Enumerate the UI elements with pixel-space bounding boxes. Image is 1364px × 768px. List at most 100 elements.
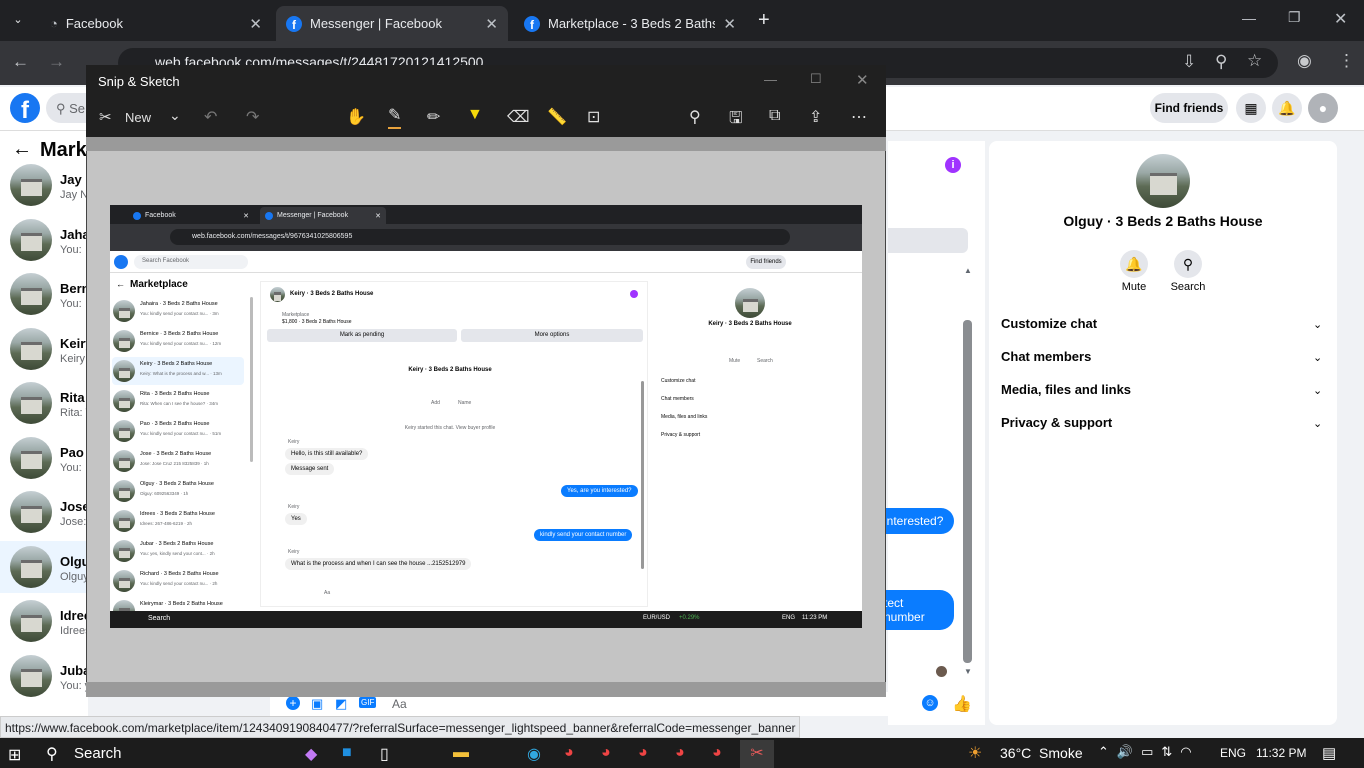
chevron-down-icon[interactable]: ⌄ <box>1313 351 1322 364</box>
thumbs-up-icon[interactable]: 👍 <box>952 694 972 714</box>
more-options-icon[interactable]: ⋯ <box>851 107 867 127</box>
conversation-row[interactable]: KeiryKeiry: <box>0 323 88 375</box>
ballpoint-pen-icon[interactable]: ✎ <box>388 105 402 129</box>
new-snip-button[interactable]: New <box>125 110 151 125</box>
new-tab-button[interactable]: + <box>758 9 770 32</box>
close-tab-icon[interactable]: ✕ <box>249 15 262 33</box>
outlook-icon[interactable]: ■ <box>342 744 352 762</box>
chat-scrollbar[interactable] <box>963 320 972 663</box>
chevron-down-icon[interactable]: ⌄ <box>1313 318 1322 331</box>
snip-maximize-button[interactable]: ☐ <box>810 71 822 87</box>
conversation-row[interactable]: Idree Idrees <box>0 595 88 647</box>
sticker-icon[interactable]: ◩ <box>335 696 347 712</box>
chrome-icon[interactable]: ◕ <box>638 744 648 762</box>
chrome-icon[interactable]: ◕ <box>675 744 685 762</box>
media-files-links-section[interactable]: Media, files and links <box>1001 382 1131 397</box>
tab-facebook[interactable]: ◔ Facebook ✕ <box>40 6 272 41</box>
conversation-row[interactable]: JahaiYou: <box>0 214 88 266</box>
install-app-icon[interactable]: ⇩ <box>1182 52 1196 72</box>
close-window-button[interactable]: ✕ <box>1334 9 1347 29</box>
start-button[interactable]: ⊞ <box>8 745 21 765</box>
snip-sketch-taskbar-icon[interactable]: ✂ <box>740 740 774 768</box>
conversation-row[interactable]: Pao -You: <box>0 432 88 484</box>
conversation-row[interactable]: Rita - Rita: W <box>0 377 88 429</box>
close-tab-icon[interactable]: ✕ <box>723 15 736 33</box>
zoom-icon[interactable]: ⚲ <box>689 107 701 127</box>
share-icon[interactable]: ⇪ <box>809 107 822 127</box>
new-snip-icon[interactable]: ✂ <box>99 108 112 126</box>
inner-search-input: Search Facebook <box>134 255 248 269</box>
zoom-icon[interactable]: ⚲ <box>1215 52 1227 72</box>
redo-icon[interactable]: ↷ <box>246 107 259 127</box>
conversation-row[interactable]: Berni You: <box>0 268 88 320</box>
customize-chat-section[interactable]: Customize chat <box>1001 316 1097 331</box>
tab-marketplace[interactable]: f Marketplace - 3 Beds 2 Baths H ✕ <box>514 6 746 41</box>
chevron-down-icon[interactable]: ⌄ <box>1313 417 1322 430</box>
conversation-row[interactable]: Jose Jose: J <box>0 486 88 538</box>
gif-icon[interactable]: GIF <box>359 697 377 708</box>
chat-info-icon[interactable]: i <box>945 157 961 173</box>
find-friends-button[interactable]: Find friends <box>1150 93 1228 123</box>
snip-close-button[interactable]: ✕ <box>856 71 869 89</box>
search-in-conversation-icon[interactable]: ⚲ <box>1174 250 1202 278</box>
save-icon[interactable]: 🖫 <box>729 107 743 134</box>
more-actions-icon[interactable]: + <box>286 696 300 710</box>
conversation-row[interactable]: JubarYou: y <box>0 650 88 702</box>
eraser-icon[interactable]: ⌫ <box>507 107 530 127</box>
new-snip-dropdown-icon[interactable]: ⌄ <box>169 107 181 124</box>
file-explorer-icon[interactable]: ▬ <box>453 744 469 762</box>
menu-icon[interactable]: ⋮ <box>1338 51 1355 71</box>
highlighter-icon[interactable]: ▼ <box>467 106 483 124</box>
chat-members-section[interactable]: Chat members <box>1001 349 1091 364</box>
file-icon[interactable]: ▯ <box>380 744 389 764</box>
copilot-icon[interactable]: ◆ <box>305 744 317 764</box>
ruler-icon[interactable]: 📏 <box>547 107 567 127</box>
tab-messenger[interactable]: f Messenger | Facebook ✕ <box>276 6 508 41</box>
clock[interactable]: 11:32 PM <box>1256 746 1306 760</box>
close-tab-icon[interactable]: ✕ <box>485 15 498 33</box>
notifications-icon[interactable]: ▤ <box>1322 744 1336 762</box>
message-input[interactable]: Aa <box>392 697 407 711</box>
inner-conversation-row: Jubar · 3 Beds 2 Baths House You: yes, ki… <box>112 537 244 565</box>
emoji-icon[interactable]: ☺ <box>922 695 938 711</box>
bookmark-star-icon[interactable]: ☆ <box>1247 51 1262 71</box>
menu-grid-icon[interactable]: ▦ <box>1236 93 1266 123</box>
crop-icon[interactable]: ⊡ <box>587 107 600 127</box>
minimize-window-button[interactable]: — <box>1242 10 1256 26</box>
system-tray-icons[interactable]: ⌃🔊▭⇅◠ <box>1098 744 1200 760</box>
chrome-icon[interactable]: ◕ <box>712 744 722 762</box>
weather-text[interactable]: 36°C Smoke <box>1000 745 1083 761</box>
photo-icon[interactable]: ▣ <box>311 696 323 712</box>
scroll-up-arrow[interactable]: ▲ <box>964 266 972 275</box>
back-icon[interactable]: ← <box>12 52 29 72</box>
taskbar-search[interactable]: Search <box>74 745 122 762</box>
conversation-row[interactable]: Jay N Jay N <box>0 159 88 211</box>
listing-banner[interactable] <box>888 228 968 253</box>
chrome-icon[interactable]: ◕ <box>601 744 611 762</box>
facebook-logo[interactable]: f <box>10 93 40 123</box>
tab-search-button[interactable]: ⌄ <box>8 10 28 30</box>
mute-bell-icon[interactable]: 🔔 <box>1120 250 1148 278</box>
back-arrow-icon[interactable]: ← <box>12 138 32 161</box>
account-avatar[interactable]: ● <box>1308 93 1338 123</box>
taskbar-search-icon[interactable]: ⚲ <box>46 744 58 764</box>
language-indicator[interactable]: ENG <box>1220 746 1246 760</box>
inner-message: Hello, is this still available? <box>285 448 369 460</box>
forward-icon[interactable]: → <box>48 52 65 72</box>
edge-icon[interactable]: ◉ <box>527 744 541 764</box>
chevron-down-icon[interactable]: ⌄ <box>1313 384 1322 397</box>
undo-icon[interactable]: ↶ <box>204 107 217 127</box>
scroll-down-arrow[interactable]: ▼ <box>964 667 972 676</box>
snip-minimize-button[interactable]: — <box>764 72 777 87</box>
touch-writing-icon[interactable]: ✋ <box>346 107 366 127</box>
conversation-row[interactable]: Olgu Olguy <box>0 540 88 593</box>
notifications-bell-icon[interactable]: 🔔 <box>1272 93 1302 123</box>
restore-window-button[interactable]: ❐ <box>1288 9 1301 26</box>
chrome-icon[interactable]: ◕ <box>564 744 574 762</box>
snip-canvas-bottom <box>86 682 886 697</box>
pencil-icon[interactable]: ✏ <box>427 107 440 127</box>
conversation-avatar <box>10 545 52 588</box>
copy-icon[interactable]: ⧉ <box>769 107 780 125</box>
profile-icon[interactable]: ◉ <box>1297 51 1312 71</box>
privacy-support-section[interactable]: Privacy & support <box>1001 415 1112 430</box>
